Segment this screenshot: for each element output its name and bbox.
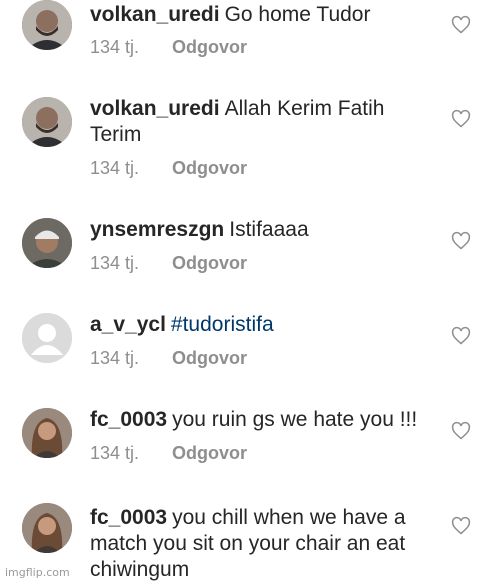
comment-username[interactable]: fc_0003	[90, 408, 167, 431]
comment-time: 134 tj.	[90, 37, 140, 57]
avatar-woman-icon	[22, 503, 72, 553]
comment-meta: 134 tj. Odgovor	[90, 348, 247, 369]
comment-username[interactable]: a_v_ycl	[90, 313, 166, 336]
comment-meta: 134 tj. Odgovor	[90, 37, 247, 58]
watermark: imgflip.com	[5, 566, 70, 579]
heart-icon	[451, 15, 471, 34]
comment-text: volkan_uredi Allah Kerim Fatih Terim	[90, 96, 435, 148]
comment-meta: 134 tj. Odgovor	[90, 443, 247, 464]
default-avatar-icon	[22, 313, 72, 363]
comment-body: you ruin gs we hate you !!!	[172, 408, 418, 431]
like-button[interactable]	[451, 421, 471, 441]
comment-username[interactable]: fc_0003	[90, 506, 167, 529]
reply-button[interactable]: Odgovor	[172, 253, 247, 273]
avatar[interactable]	[22, 408, 72, 458]
comment-text: ynsemreszgn Istifaaaa	[90, 217, 435, 243]
comment-body: Go home Tudor	[224, 3, 371, 26]
comment-body: Istifaaaa	[229, 218, 309, 241]
like-button[interactable]	[451, 326, 471, 346]
avatar-man-icon	[22, 97, 72, 147]
avatar-woman-icon	[22, 408, 72, 458]
comment-meta: 134 tj. Odgovor	[90, 253, 247, 274]
reply-button[interactable]: Odgovor	[172, 443, 247, 463]
comment-username[interactable]: ynsemreszgn	[90, 218, 224, 241]
like-button[interactable]	[451, 516, 471, 536]
like-button[interactable]	[451, 109, 471, 129]
avatar[interactable]	[22, 0, 72, 50]
like-button[interactable]	[451, 231, 471, 251]
heart-icon	[451, 326, 471, 345]
comment-text: fc_0003 you ruin gs we hate you !!!	[90, 407, 435, 433]
hashtag-link[interactable]: #tudoristifa	[171, 313, 274, 336]
comment-text: a_v_ycl #tudoristifa	[90, 312, 435, 338]
comment-username[interactable]: volkan_uredi	[90, 3, 220, 26]
heart-icon	[451, 109, 471, 128]
heart-icon	[451, 516, 471, 535]
heart-icon	[451, 421, 471, 440]
avatar[interactable]	[22, 313, 72, 363]
avatar[interactable]	[22, 218, 72, 268]
comment-username[interactable]: volkan_uredi	[90, 97, 220, 120]
reply-button[interactable]: Odgovor	[172, 158, 247, 178]
avatar-man-icon	[22, 0, 72, 50]
comment-text: fc_0003 you chill when we have a match yo…	[90, 505, 435, 583]
reply-button[interactable]: Odgovor	[172, 37, 247, 57]
comment-time: 134 tj.	[90, 158, 140, 178]
like-button[interactable]	[451, 15, 471, 35]
comment-time: 134 tj.	[90, 348, 140, 368]
comment-text: volkan_uredi Go home Tudor	[90, 2, 435, 28]
avatar[interactable]	[22, 97, 72, 147]
reply-button[interactable]: Odgovor	[172, 348, 247, 368]
comment-meta: 134 tj. Odgovor	[90, 158, 247, 179]
heart-icon	[451, 231, 471, 250]
comment-time: 134 tj.	[90, 253, 140, 273]
avatar[interactable]	[22, 503, 72, 553]
avatar-man-cap-icon	[22, 218, 72, 268]
comment-time: 134 tj.	[90, 443, 140, 463]
